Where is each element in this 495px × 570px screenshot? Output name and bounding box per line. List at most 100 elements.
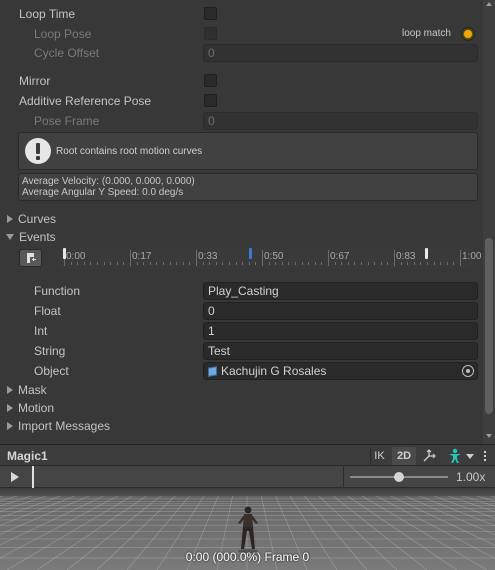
event-timeline[interactable]: 0:00 0:17 0:33 0:50 0:67 0:83 1:00 (60, 248, 481, 268)
timeline-minor-tick (116, 262, 118, 265)
timeline-minor-tick (103, 262, 105, 265)
pose-frame-row: Pose Frame 0 (0, 111, 480, 131)
character-model (238, 506, 258, 553)
timeline-minor-tick (97, 262, 98, 265)
inspector-scrollbar[interactable] (483, 0, 495, 444)
int-label: Int (34, 324, 48, 338)
timeline-minor-tick (169, 262, 171, 265)
speed-value: 1.00x (456, 470, 486, 484)
object-row: Object Kachujin G Rosales (0, 361, 480, 381)
timeline-minor-tick (321, 262, 323, 265)
cycle-offset-field[interactable]: 0 (203, 44, 478, 62)
event-marker-selected[interactable] (249, 248, 253, 259)
timeline-tick-label: 0:00 (66, 251, 86, 262)
timeline-minor-tick (255, 262, 257, 265)
pose-frame-field[interactable]: 0 (203, 112, 478, 130)
mask-foldout[interactable]: Mask (7, 383, 47, 397)
event-marker[interactable] (63, 248, 66, 259)
pivot-icon (423, 449, 436, 462)
cycle-offset-label: Cycle Offset (34, 46, 100, 60)
timeline-minor-tick (295, 262, 296, 265)
chevron-down-icon (465, 453, 474, 459)
speed-slider-thumb[interactable] (394, 472, 404, 482)
timeline-tick-label: 0:67 (330, 251, 350, 262)
cycle-offset-row: Cycle Offset 0 (0, 43, 480, 63)
timeline-minor-tick (288, 262, 290, 265)
scroll-down-arrow-icon[interactable] (486, 434, 492, 438)
function-field[interactable]: Play_Casting (203, 282, 478, 300)
mirror-checkbox[interactable] (204, 74, 217, 87)
timeline-minor-tick (189, 262, 191, 265)
preview-title: Magic1 (7, 449, 48, 463)
timeline-minor-tick (215, 262, 217, 265)
timeline-minor-tick (123, 262, 125, 265)
timeline-minor-tick (163, 262, 164, 265)
timeline-minor-tick (367, 262, 369, 265)
timeline-minor-tick (242, 262, 244, 265)
float-label: Float (34, 304, 61, 318)
preview-header: Magic1 IK 2D (0, 444, 495, 466)
collapsed-arrow-icon (7, 404, 13, 412)
loop-pose-row: Loop Pose loop match (0, 24, 480, 44)
timeline-minor-tick (275, 262, 277, 265)
pivot-toggle[interactable] (420, 447, 438, 465)
average-angular-speed-text: Average Angular Y Speed: 0.0 deg/s (22, 187, 184, 198)
collapsed-arrow-icon (7, 215, 13, 223)
expanded-arrow-icon (6, 234, 14, 240)
timeline-minor-tick (334, 262, 336, 265)
timeline-minor-tick (308, 262, 310, 265)
mirror-label: Mirror (19, 74, 51, 88)
import-messages-foldout[interactable]: Import Messages (7, 419, 110, 433)
preview-menu-button[interactable] (478, 447, 492, 465)
avatar-dropdown[interactable] (444, 447, 476, 465)
motion-label: Motion (18, 401, 55, 415)
string-field[interactable]: Test (203, 342, 478, 360)
timeline-minor-tick (70, 262, 72, 265)
mirror-row: Mirror (0, 71, 480, 91)
clip-inspector: Loop Time Loop Pose loop match Cycle Off… (0, 0, 495, 444)
loop-pose-checkbox[interactable] (204, 27, 217, 40)
timeline-minor-tick (182, 262, 184, 265)
timeline-minor-tick (361, 262, 362, 265)
additive-label: Additive Reference Pose (19, 94, 152, 108)
timeline-minor-tick (387, 262, 389, 265)
timeline-minor-tick (413, 262, 415, 265)
object-field[interactable]: Kachujin G Rosales (203, 362, 478, 380)
events-foldout[interactable]: Events (6, 230, 56, 244)
average-velocity-text: Average Velocity: (0.000, 0.000, 0.000) (22, 176, 195, 187)
scrollbar-thumb[interactable] (485, 238, 493, 414)
additive-checkbox[interactable] (204, 94, 217, 107)
scrub-track[interactable] (34, 466, 344, 488)
timeline-major-tick (196, 250, 197, 266)
float-field[interactable]: 0 (203, 302, 478, 320)
timeline-minor-tick (420, 262, 422, 265)
event-marker[interactable] (425, 248, 429, 259)
object-label: Object (34, 364, 69, 378)
function-label: Function (34, 284, 81, 298)
2d-toggle[interactable]: 2D (392, 447, 416, 465)
timeline-minor-tick (202, 262, 204, 265)
timeline-minor-tick (77, 262, 79, 265)
ik-toggle[interactable]: IK (370, 447, 388, 465)
root-motion-help-box: Root contains root motion curves (18, 132, 478, 170)
loop-time-label: Loop Time (19, 7, 76, 21)
timeline-tick-label: 0:33 (198, 251, 218, 262)
loop-time-checkbox[interactable] (204, 7, 217, 20)
collapsed-arrow-icon (7, 386, 13, 394)
timeline-major-tick (130, 250, 131, 266)
string-label: String (34, 344, 66, 358)
play-button[interactable] (4, 468, 26, 486)
int-field[interactable]: 1 (203, 322, 478, 340)
timeline-minor-tick (281, 262, 283, 265)
motion-foldout[interactable]: Motion (7, 401, 54, 415)
timeline-minor-tick (433, 262, 435, 265)
loop-pose-label: Loop Pose (34, 27, 92, 41)
scroll-up-arrow-icon[interactable] (486, 2, 492, 6)
preview-viewport[interactable]: 0:00 (000.0%) Frame 0 (0, 488, 495, 570)
object-value: Kachujin G Rosales (221, 364, 327, 378)
curves-foldout[interactable]: Curves (7, 212, 56, 226)
add-event-button[interactable] (19, 249, 42, 267)
timeline-minor-tick (209, 262, 211, 265)
help-box-text: Root contains root motion curves (56, 146, 203, 157)
object-picker-icon[interactable] (462, 365, 474, 377)
